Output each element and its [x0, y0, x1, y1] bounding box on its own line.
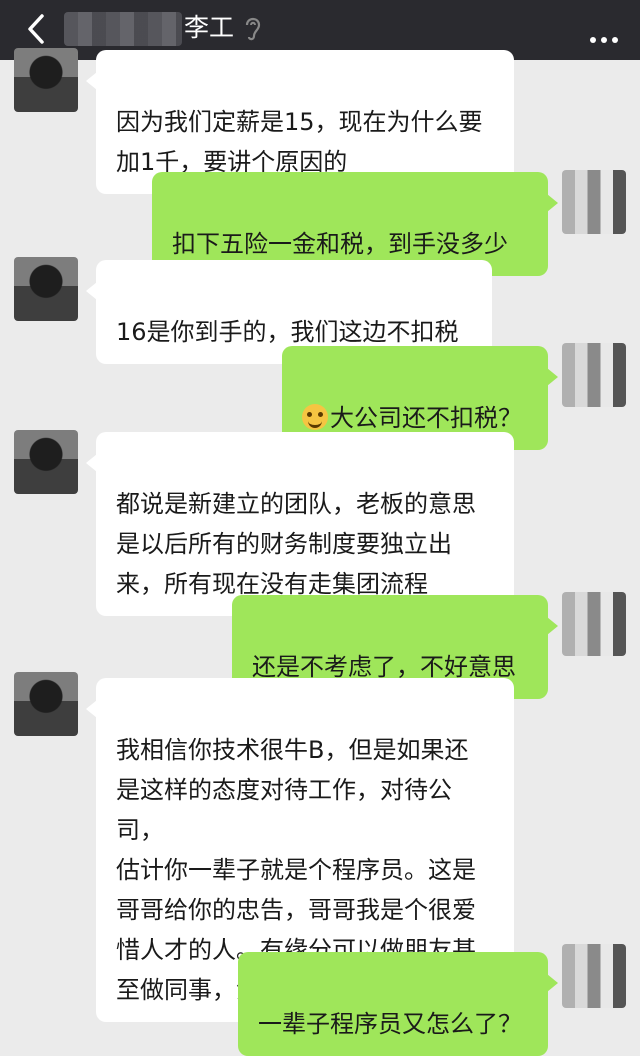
my-avatar[interactable]: [562, 343, 626, 407]
message-bubble-incoming: 都说是新建立的团队，老板的意思 是以后所有的财务制度要独立出 来，所有现在没有走…: [86, 432, 514, 616]
message-text: 一辈子程序员又怎么了？: [258, 1010, 522, 1038]
message-text: 扣下五险一金和税，到手没多少: [172, 230, 508, 258]
message-text: 还是不考虑了，不好意思: [252, 653, 516, 681]
more-options-icon[interactable]: [585, 28, 618, 47]
contact-avatar[interactable]: [14, 672, 78, 736]
message-text: 大公司还不扣税？: [330, 404, 522, 432]
message-text: 都说是新建立的团队，老板的意思 是以后所有的财务制度要独立出 来，所有现在没有走…: [116, 490, 476, 598]
contact-avatar[interactable]: [14, 257, 78, 321]
back-arrow-icon[interactable]: [22, 12, 52, 46]
contact-avatar[interactable]: [14, 430, 78, 494]
my-avatar[interactable]: [562, 592, 626, 656]
contact-avatar[interactable]: [14, 48, 78, 112]
chat-title: 李工: [184, 13, 235, 42]
contact-name-blurred: [64, 12, 182, 46]
flushed-face-emoji-icon: [302, 404, 328, 430]
earpiece-mode-icon: [245, 17, 261, 41]
message-text: 因为我们定薪是15，现在为什么要 加1千，要讲个原因的: [116, 108, 483, 176]
my-avatar[interactable]: [562, 170, 626, 234]
message-text: 16是你到手的，我们这边不扣税: [116, 318, 459, 346]
my-avatar[interactable]: [562, 944, 626, 1008]
message-bubble-outgoing: 一辈子程序员又怎么了？: [238, 952, 558, 1056]
